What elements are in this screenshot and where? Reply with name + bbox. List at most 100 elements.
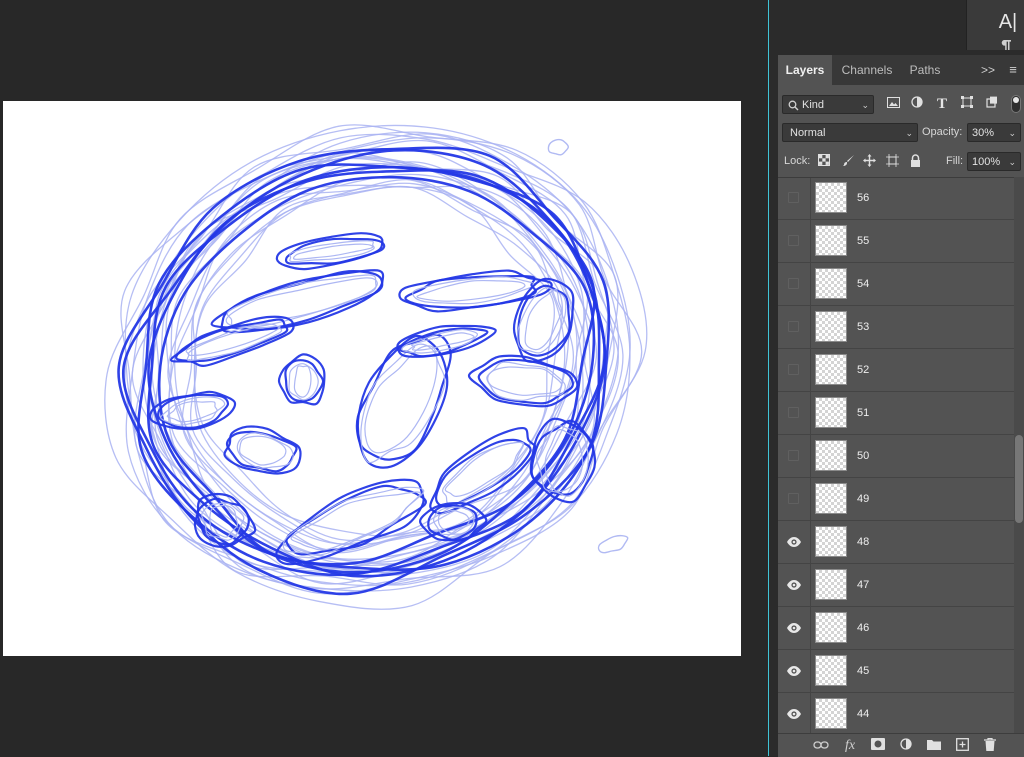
panel-menu-icon[interactable]: ≡ xyxy=(1004,55,1022,85)
group-folder-icon[interactable] xyxy=(925,738,943,754)
layer-name: 55 xyxy=(857,235,870,247)
layer-name: 49 xyxy=(857,493,870,505)
layer-row[interactable]: 49 xyxy=(778,478,1014,521)
layers-footer: fx xyxy=(778,733,1024,757)
trash-icon[interactable] xyxy=(981,737,999,754)
layer-thumbnail[interactable] xyxy=(815,698,847,729)
visibility-toggle-box[interactable] xyxy=(788,407,799,418)
canvas-artwork[interactable] xyxy=(3,101,741,656)
layer-name: 46 xyxy=(857,622,870,634)
layer-thumbnail[interactable] xyxy=(815,354,847,385)
lock-position-icon[interactable] xyxy=(861,154,877,170)
layer-list[interactable]: 56 55 54 53 52 51 50 49 48 47 46 45 44 xyxy=(778,177,1014,734)
visibility-toggle-box[interactable] xyxy=(788,235,799,246)
layer-row[interactable]: 44 xyxy=(778,693,1014,734)
layer-row[interactable]: 54 xyxy=(778,263,1014,306)
layer-thumbnail[interactable] xyxy=(815,569,847,600)
eye-visibility-icon[interactable] xyxy=(786,706,802,722)
filter-kind-dropdown[interactable]: Kind ⌄ xyxy=(782,95,874,114)
layer-thumbnail[interactable] xyxy=(815,440,847,471)
lock-all-icon[interactable] xyxy=(907,154,923,170)
lock-label: Lock: xyxy=(784,155,811,167)
visibility-toggle-box[interactable] xyxy=(788,278,799,289)
layer-thumbnail[interactable] xyxy=(815,225,847,256)
layer-row[interactable]: 50 xyxy=(778,435,1014,478)
visibility-toggle-box[interactable] xyxy=(788,192,799,203)
fill-label: Fill: xyxy=(946,155,964,167)
visibility-toggle-box[interactable] xyxy=(788,493,799,504)
blend-mode-value: Normal xyxy=(790,127,826,139)
lock-image-pixels-icon[interactable] xyxy=(840,154,856,170)
layer-thumbnail[interactable] xyxy=(815,612,847,643)
visibility-toggle-box[interactable] xyxy=(788,364,799,375)
fill-field[interactable]: 100% ⌄ xyxy=(967,152,1021,171)
fx-icon[interactable]: fx xyxy=(841,738,859,754)
layer-row[interactable]: 46 xyxy=(778,607,1014,650)
layer-name: 44 xyxy=(857,708,870,720)
blend-mode-dropdown[interactable]: Normal ⌄ xyxy=(782,123,918,142)
layer-row[interactable]: 52 xyxy=(778,349,1014,392)
adjustment-filter-icon[interactable] xyxy=(908,95,926,113)
layer-mask-icon[interactable] xyxy=(869,738,887,754)
row-divider xyxy=(810,607,811,649)
layers-panel: Layers Channels Paths >> ≡ Kind ⌄ T Norm… xyxy=(778,55,1024,757)
visibility-toggle-box[interactable] xyxy=(788,321,799,332)
layer-thumbnail[interactable] xyxy=(815,483,847,514)
layer-row[interactable]: 47 xyxy=(778,564,1014,607)
layer-thumbnail[interactable] xyxy=(815,311,847,342)
layer-row[interactable]: 45 xyxy=(778,650,1014,693)
layer-thumbnail[interactable] xyxy=(815,655,847,686)
layer-name: 47 xyxy=(857,579,870,591)
layer-row[interactable]: 56 xyxy=(778,178,1014,220)
smart-object-filter-icon[interactable] xyxy=(983,95,1001,113)
layer-thumbnail[interactable] xyxy=(815,397,847,428)
layer-name: 56 xyxy=(857,192,870,204)
contour-stroke xyxy=(360,343,446,464)
opacity-value: 30% xyxy=(972,127,995,139)
tab-paths[interactable]: Paths xyxy=(902,55,948,85)
chevron-down-icon: ⌄ xyxy=(861,100,869,110)
filter-toggle-icon[interactable] xyxy=(1011,95,1021,113)
scrollbar-thumb[interactable] xyxy=(1015,435,1023,523)
contour-stroke xyxy=(547,138,569,156)
opacity-field[interactable]: 30% ⌄ xyxy=(967,123,1021,142)
search-icon xyxy=(788,100,799,111)
tab-channels[interactable]: Channels xyxy=(834,55,900,85)
contour-stroke xyxy=(293,365,312,398)
layer-row[interactable]: 55 xyxy=(778,220,1014,263)
image-filter-icon[interactable] xyxy=(884,95,902,113)
type-filter-icon[interactable]: T xyxy=(933,95,951,113)
eye-visibility-icon[interactable] xyxy=(786,620,802,636)
layer-row[interactable]: 48 xyxy=(778,521,1014,564)
contour-stroke xyxy=(467,354,579,408)
chevron-down-icon: ⌄ xyxy=(1008,128,1016,138)
row-divider xyxy=(810,263,811,305)
contour-stroke xyxy=(597,534,629,554)
row-divider xyxy=(810,564,811,606)
link-layers-icon[interactable] xyxy=(812,738,830,754)
layer-row[interactable]: 53 xyxy=(778,306,1014,349)
lock-transparent-pixels-icon[interactable] xyxy=(816,154,832,170)
adjustment-layer-icon[interactable] xyxy=(897,738,915,754)
layer-thumbnail[interactable] xyxy=(815,526,847,557)
chevron-down-icon: ⌄ xyxy=(905,128,913,138)
shape-filter-icon[interactable] xyxy=(958,95,976,113)
visibility-toggle-box[interactable] xyxy=(788,450,799,461)
layer-thumbnail[interactable] xyxy=(815,268,847,299)
layer-thumbnail[interactable] xyxy=(815,182,847,213)
eye-visibility-icon[interactable] xyxy=(786,534,802,550)
tab-layers[interactable]: Layers xyxy=(778,55,832,85)
new-layer-icon[interactable] xyxy=(953,738,971,754)
layer-row[interactable]: 51 xyxy=(778,392,1014,435)
eye-visibility-icon[interactable] xyxy=(786,577,802,593)
layer-name: 50 xyxy=(857,450,870,462)
paragraph-panel-icon[interactable] xyxy=(1000,40,1012,50)
eye-visibility-icon[interactable] xyxy=(786,663,802,679)
lock-artboard-icon[interactable] xyxy=(884,154,900,170)
collapse-panel-icon[interactable]: >> xyxy=(978,55,998,85)
document-workspace[interactable] xyxy=(0,0,768,756)
row-divider xyxy=(810,693,811,734)
layer-name: 48 xyxy=(857,536,870,548)
type-tool-icon[interactable]: A| xyxy=(995,8,1021,36)
layer-list-scrollbar[interactable] xyxy=(1014,177,1024,733)
